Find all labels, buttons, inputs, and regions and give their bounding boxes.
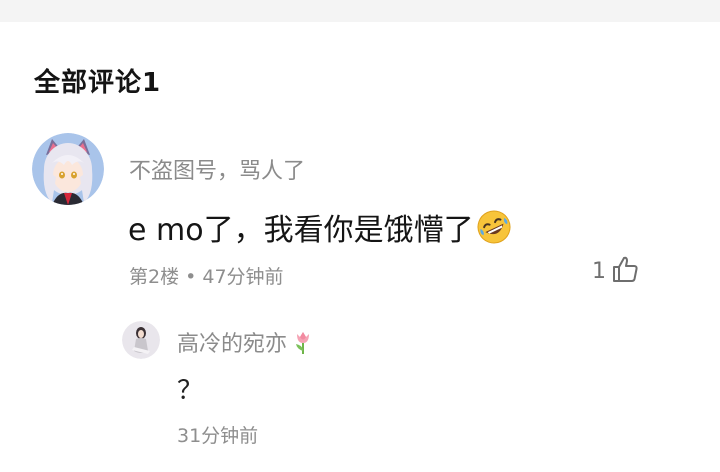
reply-username-row[interactable]: 高冷的宛亦 [177, 326, 315, 358]
like-count: 1 [592, 258, 606, 284]
tulip-emoji-icon [291, 329, 315, 355]
comments-section-title: 全部评论1 [34, 68, 162, 98]
thumbs-up-icon[interactable] [610, 254, 640, 288]
reply-meta: 31分钟前 [177, 425, 259, 447]
like-button[interactable]: 1 [592, 255, 640, 287]
comment-body: e mo了，我看你是饿懵了 [128, 213, 474, 248]
comment-username[interactable]: 不盗图号，骂人了 [129, 153, 305, 185]
reply-avatar[interactable] [122, 321, 160, 359]
rolling-on-floor-laughing-emoji-icon [476, 209, 512, 245]
top-divider-strip [0, 0, 720, 22]
avatar[interactable] [32, 133, 104, 205]
comment-text: e mo了，我看你是饿懵了 [128, 205, 512, 249]
reply-text: ？ [177, 376, 204, 406]
reply-username[interactable]: 高冷的宛亦 [177, 326, 287, 358]
comment-meta: 第2楼 • 47分钟前 [129, 266, 284, 288]
